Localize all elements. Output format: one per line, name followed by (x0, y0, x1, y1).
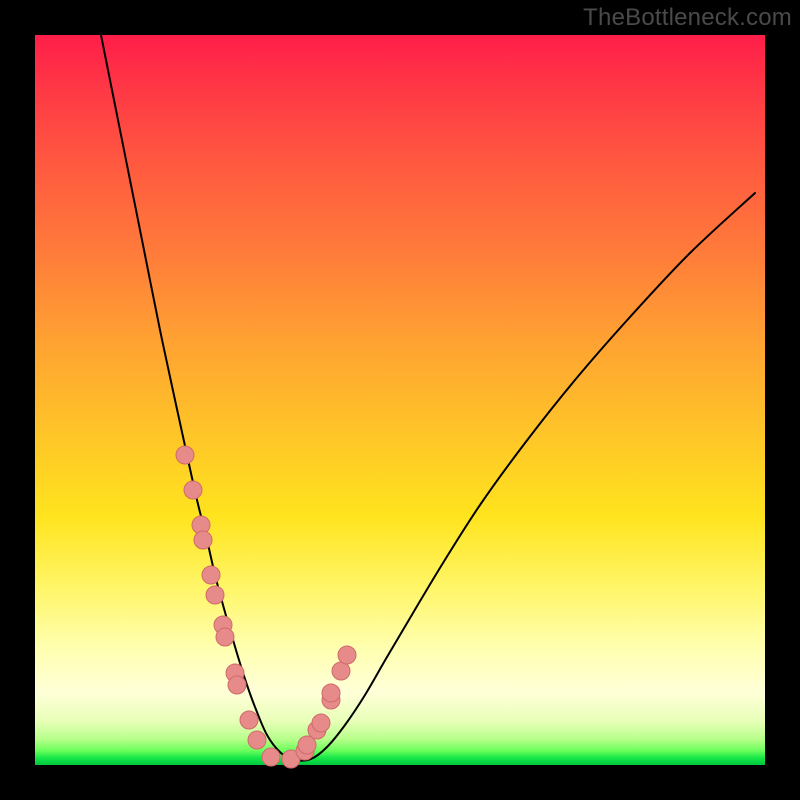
marker-dot (262, 748, 280, 766)
bottleneck-curve (101, 35, 755, 761)
marker-dot (312, 714, 330, 732)
marker-dot (184, 481, 202, 499)
marker-dot (322, 684, 340, 702)
plot-area (35, 35, 765, 765)
marker-dot (248, 731, 266, 749)
marker-dot (240, 711, 258, 729)
marker-dot (332, 662, 350, 680)
marker-dot (176, 446, 194, 464)
watermark-text: TheBottleneck.com (583, 4, 792, 32)
marker-dot (202, 566, 220, 584)
marker-dot (206, 586, 224, 604)
curve-svg (35, 35, 765, 765)
marker-dot (338, 646, 356, 664)
marker-dot (228, 676, 246, 694)
marker-dot (194, 531, 212, 549)
highlight-markers (176, 446, 356, 768)
marker-dot (216, 628, 234, 646)
outer-frame: TheBottleneck.com (0, 0, 800, 800)
